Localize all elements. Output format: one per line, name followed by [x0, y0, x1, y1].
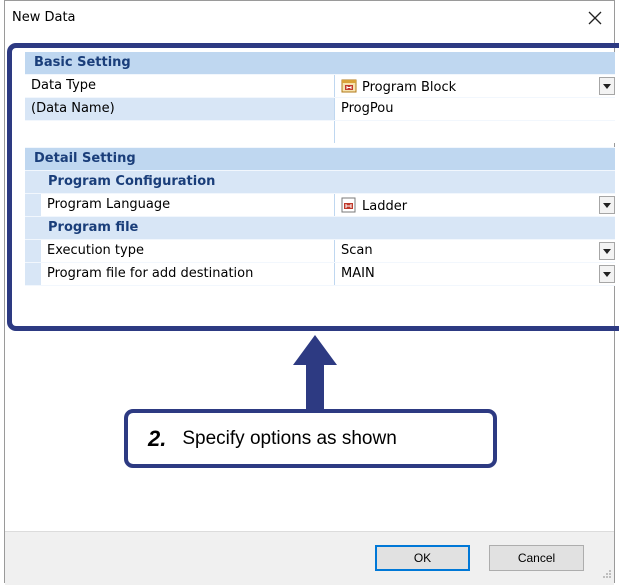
property-label: Program file for add destination — [41, 263, 335, 285]
property-label: (Data Name) — [25, 98, 335, 120]
property-row-program-language[interactable]: Program Language Ladder — [25, 194, 615, 217]
property-row-data-name[interactable]: (Data Name) ProgPou — [25, 98, 615, 121]
empty-cell — [25, 121, 335, 143]
dialog-title: New Data — [12, 10, 76, 25]
new-data-dialog: New Data Basic Setting Data Type Program… — [4, 0, 615, 585]
close-icon[interactable] — [582, 5, 608, 31]
cancel-button[interactable]: Cancel — [489, 545, 584, 571]
empty-row — [25, 121, 615, 148]
instruction-callout: 2. Specify options as shown — [124, 409, 497, 468]
program-block-icon — [341, 78, 357, 98]
chevron-down-icon[interactable] — [599, 265, 615, 283]
chevron-down-icon[interactable] — [599, 242, 615, 260]
property-label: Program Language — [41, 194, 335, 216]
dialog-footer: OK Cancel — [5, 531, 614, 585]
row-gutter — [25, 194, 41, 216]
row-gutter — [25, 240, 41, 262]
property-row-data-type[interactable]: Data Type Program Block — [25, 75, 615, 98]
subcategory-label: Program file — [48, 220, 139, 235]
data-name-field[interactable]: ProgPou — [335, 98, 615, 120]
property-row-execution-type[interactable]: Execution type Scan — [25, 240, 615, 263]
resize-grip-icon[interactable] — [602, 568, 612, 583]
ok-button[interactable]: OK — [375, 545, 470, 571]
program-language-value: Ladder — [362, 199, 408, 214]
data-type-value: Program Block — [362, 80, 457, 95]
category-label: Detail Setting — [34, 151, 136, 166]
title-bar: New Data — [5, 1, 614, 35]
chevron-down-icon[interactable] — [599, 77, 615, 95]
property-label: Execution type — [41, 240, 335, 262]
chevron-down-icon[interactable] — [599, 196, 615, 214]
destination-value: MAIN — [341, 266, 375, 281]
row-gutter — [25, 263, 41, 285]
empty-cell — [335, 121, 615, 143]
category-detail-setting[interactable]: Detail Setting — [25, 148, 615, 171]
property-grid: Basic Setting Data Type Program Block (D… — [25, 52, 615, 286]
subcategory-program-file[interactable]: Program file — [25, 217, 615, 240]
subcategory-program-configuration[interactable]: Program Configuration — [25, 171, 615, 194]
category-basic-setting[interactable]: Basic Setting — [25, 52, 615, 75]
arrow-up-icon — [293, 335, 337, 411]
subcategory-label: Program Configuration — [48, 174, 216, 189]
property-value-destination[interactable]: MAIN — [335, 263, 615, 285]
property-value-execution-type[interactable]: Scan — [335, 240, 615, 262]
property-row-destination[interactable]: Program file for add destination MAIN — [25, 263, 615, 286]
property-value-data-type[interactable]: Program Block — [335, 75, 615, 97]
ladder-icon — [341, 197, 357, 217]
instruction-text: Specify options as shown — [182, 427, 397, 449]
property-value-program-language[interactable]: Ladder — [335, 194, 615, 216]
property-label: Data Type — [25, 75, 335, 97]
category-label: Basic Setting — [34, 55, 131, 70]
execution-type-value: Scan — [341, 243, 373, 258]
step-number: 2. — [148, 425, 167, 451]
